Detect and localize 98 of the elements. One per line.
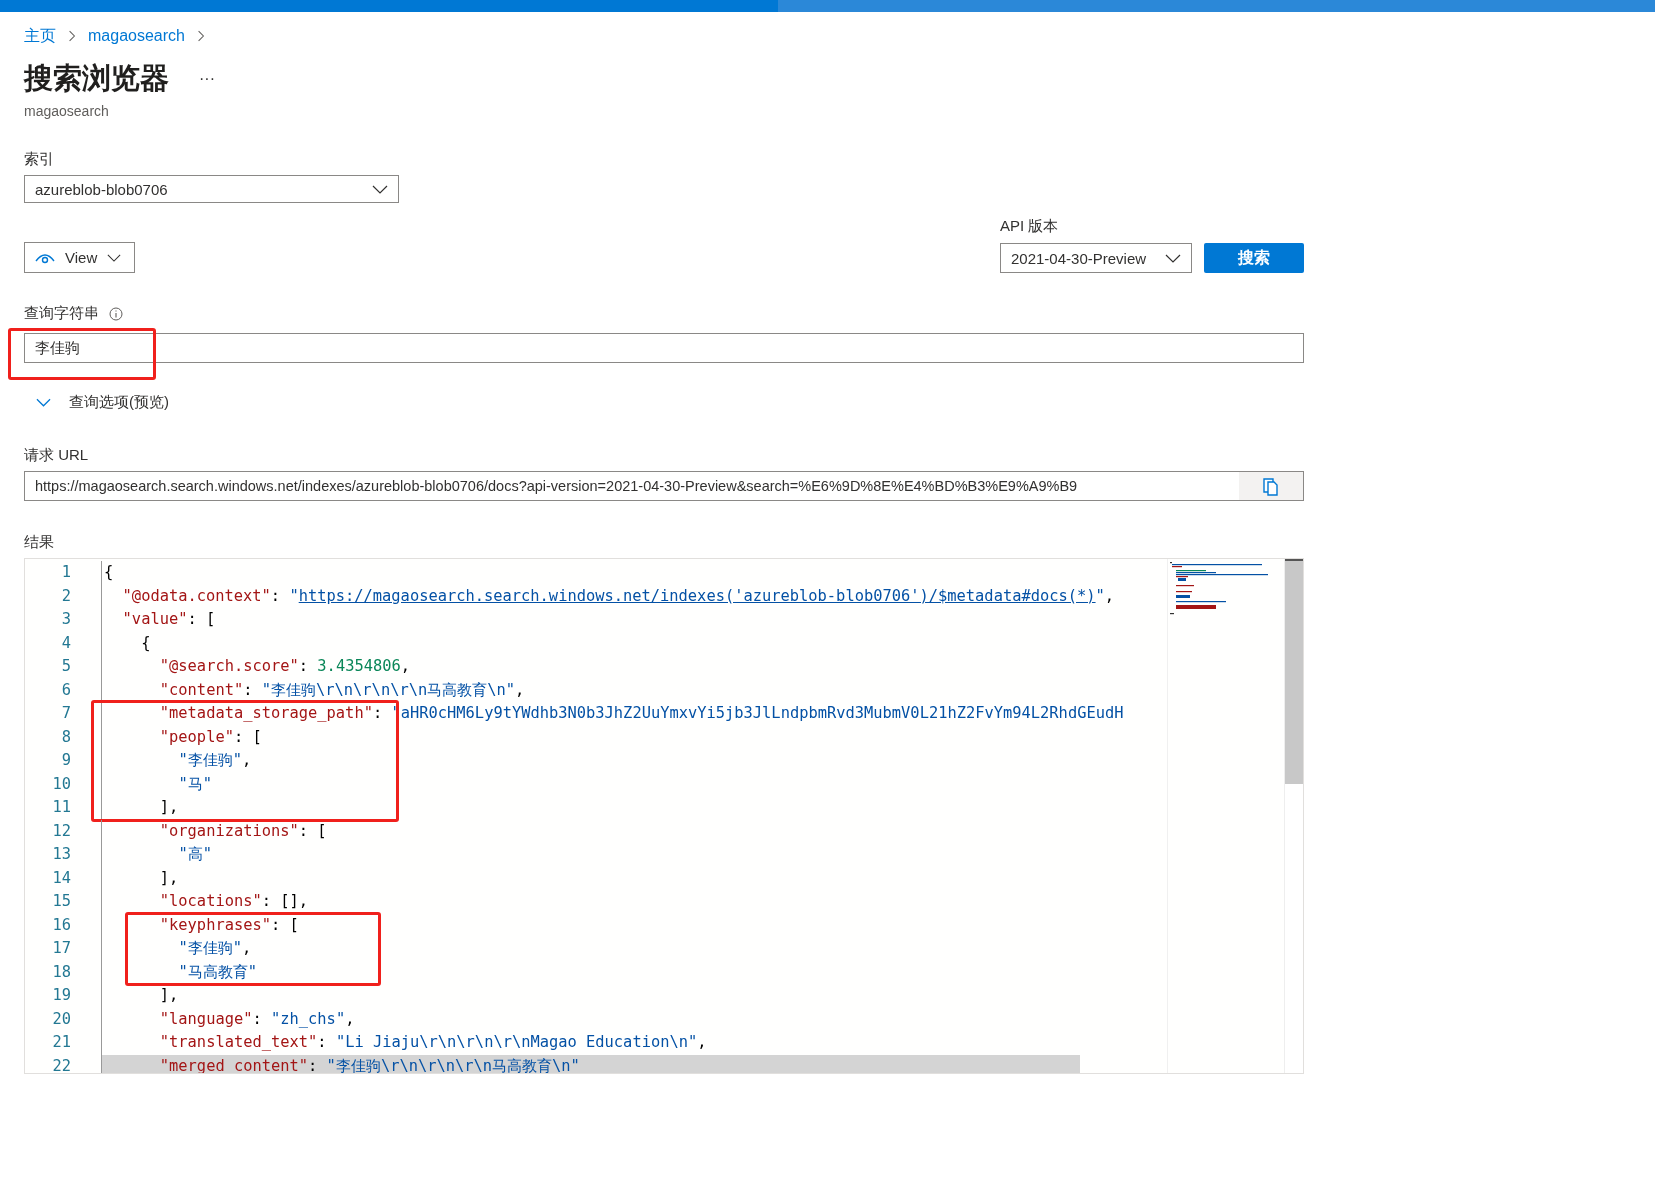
code-text: : [ xyxy=(187,610,216,628)
code-text: ], xyxy=(159,986,179,1004)
code-text: , xyxy=(241,751,252,769)
line-number: 22 xyxy=(51,1055,71,1073)
field-label: API 版本 xyxy=(1000,217,1060,236)
code-string: "马" xyxy=(178,774,212,793)
code-string: "李佳驹" xyxy=(178,939,242,957)
chevron-right-icon xyxy=(68,30,76,42)
code-text: : [ xyxy=(271,915,299,934)
code-text: : xyxy=(317,1033,328,1051)
code-string: "李佳驹\r\n\r\n\r\n马高教育\n" xyxy=(326,1056,580,1073)
code-key: "value" xyxy=(122,610,188,628)
code-text: , xyxy=(697,1033,707,1051)
chevron-down-icon xyxy=(1165,253,1181,263)
code-key: "organizations" xyxy=(159,821,299,840)
code-string: " xyxy=(1095,586,1105,605)
line-number: 11 xyxy=(51,797,71,818)
line-number: 19 xyxy=(51,985,71,1006)
chevron-icon xyxy=(36,398,51,407)
code-string: "zh_chs" xyxy=(271,1009,346,1028)
view-button[interactable]: View xyxy=(24,242,135,273)
query-options-toggle[interactable]: 查询选项(预览) xyxy=(36,393,169,412)
code-number: 3.4354806 xyxy=(317,657,401,675)
field-label: 查询字符串 xyxy=(24,304,99,323)
code-string: "马高教育" xyxy=(178,962,257,981)
code-text: : xyxy=(252,1009,263,1028)
chevron-down-icon xyxy=(107,253,122,262)
line-number: 4 xyxy=(60,632,71,654)
code-string: "高" xyxy=(178,845,212,863)
line-number: 3 xyxy=(60,609,71,630)
code-text: { xyxy=(141,633,151,652)
code-key: "content" xyxy=(159,680,244,699)
field-label: 索引 xyxy=(24,150,55,169)
code-text: , xyxy=(1104,586,1115,605)
code-text: : xyxy=(298,657,310,675)
code-string: "李佳驹\r\n\r\n\r\n马高教育\n" xyxy=(261,680,515,699)
field-label: 结果 xyxy=(24,533,55,552)
code-text: { xyxy=(104,563,114,581)
line-number: 8 xyxy=(60,726,71,748)
line-number: 21 xyxy=(51,1032,71,1053)
code-key: "language" xyxy=(159,1009,253,1028)
line-number: 20 xyxy=(51,1008,71,1030)
chevron-right-icon xyxy=(196,30,205,42)
request-url-field[interactable]: https://magaosearch.search.windows.net/indexes/azureblob-blob0706/docs?api-version=2021-04-30-Preview&search=%E6%9D%8E%E4%BD%B3%E9%A9%B9 xyxy=(24,471,1304,501)
line-number: 16 xyxy=(51,914,71,936)
line-number: 10 xyxy=(51,773,71,795)
scrollbar-thumb[interactable] xyxy=(1285,559,1303,784)
code-text: : xyxy=(372,704,384,722)
code-string: " xyxy=(289,586,299,605)
code-text: ], xyxy=(159,798,179,816)
line-number: 6 xyxy=(60,679,71,701)
code-text: : [ xyxy=(233,727,262,746)
line-number: 2 xyxy=(60,585,71,607)
chevron-down-icon xyxy=(372,184,388,194)
code-text: ], xyxy=(159,868,179,887)
line-number: 9 xyxy=(60,750,71,771)
code-text: , xyxy=(241,939,252,957)
index-dropdown[interactable]: azureblob-blob0706 xyxy=(24,175,399,203)
code-text: : xyxy=(243,680,254,699)
line-number: 17 xyxy=(51,938,71,959)
code-text: , xyxy=(400,657,411,675)
api-version-dropdown[interactable]: 2021-04-30-Preview xyxy=(1000,243,1192,273)
copy-icon xyxy=(1262,476,1280,496)
code-text: : [], xyxy=(261,892,309,910)
line-number: 7 xyxy=(60,703,71,724)
code-text: , xyxy=(345,1009,355,1028)
line-number: 15 xyxy=(51,891,71,912)
code-key: "translated_text" xyxy=(159,1033,318,1051)
code-key: "@odata.context" xyxy=(122,586,271,605)
code-string: "Li Jiaju\r\n\r\n\r\nMagao Education\n" xyxy=(335,1033,698,1051)
breadcrumb-link[interactable]: magaosearch xyxy=(88,27,185,45)
code-key: "metadata_storage_path" xyxy=(159,704,373,722)
field-label: 请求 URL xyxy=(24,446,90,465)
code-key: "keyphrases" xyxy=(159,915,271,934)
line-number: 14 xyxy=(51,867,71,889)
code-text: : [ xyxy=(298,821,327,840)
copy-button[interactable] xyxy=(1239,472,1303,500)
code-key: "@search.score" xyxy=(159,657,299,675)
breadcrumb-link[interactable]: 主页 xyxy=(24,25,56,47)
line-number: 13 xyxy=(51,844,71,865)
more-button[interactable]: ··· xyxy=(195,70,219,88)
line-number: 5 xyxy=(60,656,71,677)
search-button[interactable]: 搜索 xyxy=(1204,243,1304,273)
code-text: : xyxy=(308,1056,319,1073)
eye-icon xyxy=(35,251,55,264)
code-text: : xyxy=(270,586,282,605)
code-key: "locations" xyxy=(159,892,262,910)
line-number: 12 xyxy=(51,820,71,842)
page-title: 搜索浏览器 xyxy=(24,61,169,96)
query-field[interactable]: 李佳驹 xyxy=(24,333,1304,363)
line-number: 1 xyxy=(60,562,71,583)
code-string: "李佳驹" xyxy=(178,751,242,769)
info-icon xyxy=(109,306,123,321)
code-link[interactable]: https://magaosearch.search.windows.net/indexes('azureblob-blob0706')/$metadata#docs(*) xyxy=(298,586,1096,605)
code-key: "people" xyxy=(159,727,234,746)
line-number: 18 xyxy=(51,961,71,983)
code-text: , xyxy=(515,680,525,699)
page-subtitle: magaosearch xyxy=(24,103,110,119)
